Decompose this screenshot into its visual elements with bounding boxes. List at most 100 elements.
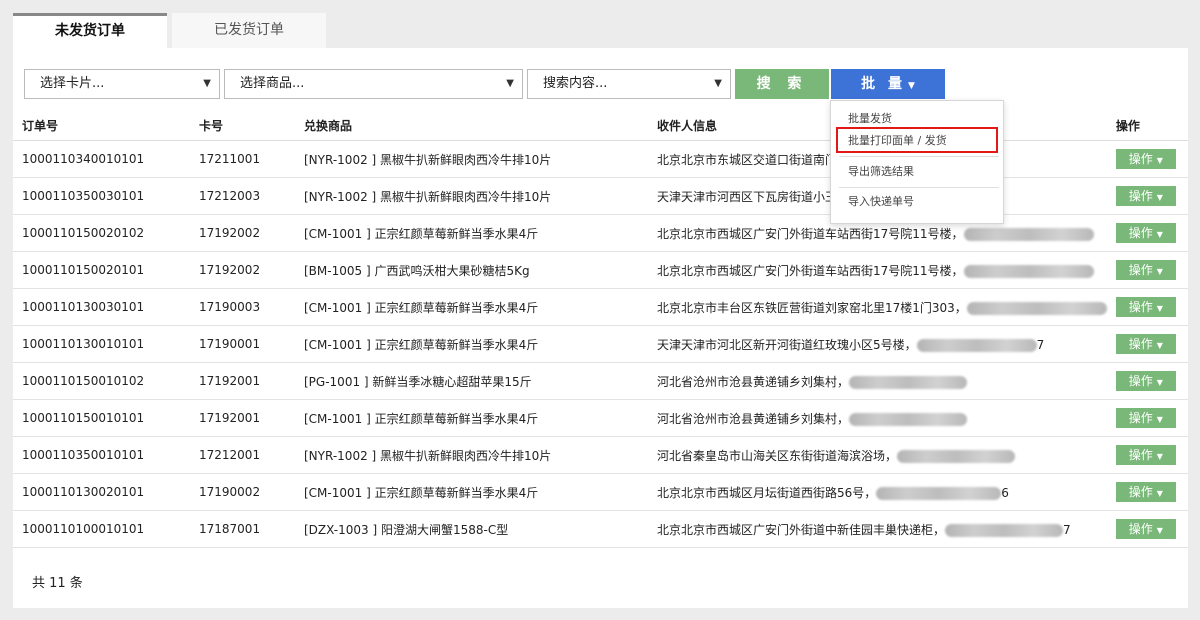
card-number-cell: 17190003: [190, 288, 295, 326]
row-action-label: 操作: [1128, 189, 1153, 203]
actions-cell: 操作 ▼: [1106, 325, 1188, 363]
column-header-order: 订单号: [13, 110, 190, 141]
row-action-label: 操作: [1128, 485, 1153, 499]
chevron-down-icon: ▼: [203, 78, 211, 89]
row-action-label: 操作: [1128, 337, 1153, 351]
row-action-label: 操作: [1128, 411, 1153, 425]
recipient-address: 北京北京市西城区广安门外街道车站西街17号院11号楼，: [657, 226, 964, 241]
menu-divider: [839, 156, 999, 157]
actions-cell: 操作 ▼: [1106, 140, 1188, 178]
recipient-address: 北京北京市丰台区东铁匠营街道刘家窑北里17楼1门303，: [657, 300, 967, 315]
caret-down-icon: ▼: [1156, 193, 1163, 202]
card-number-cell: 17212001: [190, 436, 295, 474]
product-cell: [CM-1001 ] 正宗红颜草莓新鲜当季水果4斤: [295, 325, 648, 363]
row-action-button[interactable]: 操作 ▼: [1115, 334, 1176, 354]
order-number-cell: 1000110150020101: [13, 251, 190, 289]
product-select[interactable]: 选择商品... ▼: [224, 69, 523, 99]
product-select-value: 选择商品...: [240, 76, 305, 91]
row-action-button[interactable]: 操作 ▼: [1115, 445, 1176, 465]
recipient-address: 河北省沧州市沧县黄递铺乡刘集村，: [657, 374, 850, 389]
card-select[interactable]: 选择卡片... ▼: [24, 69, 220, 99]
search-button[interactable]: 搜 索: [735, 69, 829, 99]
recipient-address: 天津天津市河西区下瓦房街道小王: [657, 189, 838, 204]
menu-item-batch-ship[interactable]: 批量发货: [831, 109, 1003, 129]
recipient-cell: 天津天津市河北区新开河街道红玫瑰小区5号楼， 7: [648, 325, 1107, 363]
card-number-cell: 17192002: [190, 214, 295, 252]
redacted-contact: [849, 375, 968, 389]
product-cell: [BM-1005 ] 广西武鸣沃柑大果砂糖桔5Kg: [295, 251, 648, 289]
actions-cell: 操作 ▼: [1106, 436, 1188, 474]
recipient-cell: 北京北京市西城区广安门外街道车站西街17号院11号楼，: [648, 251, 1107, 289]
redacted-contact: [849, 412, 968, 426]
recipient-cell: 北京北京市西城区月坛街道西街路56号， 6: [648, 473, 1107, 511]
row-action-button[interactable]: 操作 ▼: [1115, 519, 1176, 539]
actions-cell: 操作 ▼: [1106, 214, 1188, 252]
order-tabs: 未发货订单 已发货订单: [13, 13, 331, 48]
caret-down-icon: ▼: [1156, 526, 1163, 535]
card-number-cell: 17187001: [190, 510, 295, 548]
caret-down-icon: ▼: [1156, 452, 1163, 461]
recipient-address: 河北省秦皇岛市山海关区东街街道海滨浴场，: [657, 448, 898, 463]
recipient-cell: 河北省沧州市沧县黄递铺乡刘集村，: [648, 399, 1107, 437]
actions-cell: 操作 ▼: [1106, 251, 1188, 289]
recipient-cell: 北京北京市西城区广安门外街道中新佳园丰巢快递柜， 7: [648, 510, 1107, 548]
recipient-address: 北京北京市西城区广安门外街道车站西街17号院11号楼，: [657, 263, 964, 278]
product-cell: [NYR-1002 ] 黑椒牛扒新鲜眼肉西冷牛排10片: [295, 436, 648, 474]
row-action-button[interactable]: 操作 ▼: [1115, 297, 1176, 317]
column-header-product: 兑换商品: [295, 110, 648, 141]
table-row: 1000110150020102 17192002 [CM-1001 ] 正宗红颜草…: [13, 214, 1188, 252]
recipient-address: 北京北京市东城区交道口街道南门: [657, 152, 838, 167]
batch-button-label: 批 量: [861, 76, 906, 92]
redacted-contact: [966, 301, 1107, 315]
recipient-address: 北京北京市西城区月坛街道西街路56号，: [657, 485, 877, 500]
order-number-cell: 1000110130030101: [13, 288, 190, 326]
tab-unshipped[interactable]: 未发货订单: [13, 13, 167, 48]
order-number-cell: 1000110150010102: [13, 362, 190, 400]
menu-item-import-tracking[interactable]: 导入快递单号: [831, 192, 1003, 212]
redacted-contact: [945, 523, 1064, 537]
row-action-button[interactable]: 操作 ▼: [1115, 149, 1176, 169]
orders-table: 订单号 卡号 兑换商品 收件人信息 操作 1000110340010101 172…: [13, 110, 1188, 548]
redacted-contact: [876, 486, 1002, 500]
search-field-select-value: 搜索内容...: [543, 76, 608, 91]
row-action-button[interactable]: 操作 ▼: [1115, 186, 1176, 206]
menu-divider: [839, 187, 999, 188]
caret-down-icon: ▼: [1156, 304, 1163, 313]
tab-shipped[interactable]: 已发货订单: [172, 13, 326, 48]
column-header-actions: 操作: [1106, 110, 1188, 141]
row-action-button[interactable]: 操作 ▼: [1115, 260, 1176, 280]
batch-button[interactable]: 批 量 ▼: [831, 69, 945, 99]
row-action-label: 操作: [1128, 374, 1153, 388]
redacted-contact: [897, 449, 1016, 463]
row-action-button[interactable]: 操作 ▼: [1115, 482, 1176, 502]
order-number-cell: 1000110150010101: [13, 399, 190, 437]
order-number-cell: 1000110340010101: [13, 140, 190, 178]
menu-item-export-results[interactable]: 导出筛选结果: [831, 162, 1003, 182]
order-number-cell: 1000110130020101: [13, 473, 190, 511]
product-cell: [CM-1001 ] 正宗红颜草莓新鲜当季水果4斤: [295, 399, 648, 437]
row-action-button[interactable]: 操作 ▼: [1115, 223, 1176, 243]
recipient-address: 河北省沧州市沧县黄递铺乡刘集村，: [657, 411, 850, 426]
redacted-contact: [963, 264, 1094, 278]
actions-cell: 操作 ▼: [1106, 362, 1188, 400]
card-number-cell: 17192002: [190, 251, 295, 289]
product-cell: [NYR-1002 ] 黑椒牛扒新鲜眼肉西冷牛排10片: [295, 177, 648, 215]
redacted-contact: [916, 338, 1037, 352]
order-number-cell: 1000110130010101: [13, 325, 190, 363]
actions-cell: 操作 ▼: [1106, 399, 1188, 437]
table-row: 1000110130020101 17190002 [CM-1001 ] 正宗红颜草…: [13, 473, 1188, 511]
row-action-label: 操作: [1128, 522, 1153, 536]
table-row: 1000110150010101 17192001 [CM-1001 ] 正宗红颜草…: [13, 399, 1188, 437]
table-row: 1000110130030101 17190003 [CM-1001 ] 正宗红颜草…: [13, 288, 1188, 326]
row-action-button[interactable]: 操作 ▼: [1115, 371, 1176, 391]
card-number-cell: 17212003: [190, 177, 295, 215]
actions-cell: 操作 ▼: [1106, 510, 1188, 548]
card-number-cell: 17190002: [190, 473, 295, 511]
row-action-label: 操作: [1128, 300, 1153, 314]
order-number-cell: 1000110100010101: [13, 510, 190, 548]
search-field-select[interactable]: 搜索内容... ▼: [527, 69, 731, 99]
recipient-address: 北京北京市西城区广安门外街道中新佳园丰巢快递柜，: [657, 522, 946, 537]
table-row: 1000110340010101 17211001 [NYR-1002 ] 黑椒牛扒…: [13, 140, 1188, 178]
row-action-button[interactable]: 操作 ▼: [1115, 408, 1176, 428]
card-number-cell: 17192001: [190, 399, 295, 437]
